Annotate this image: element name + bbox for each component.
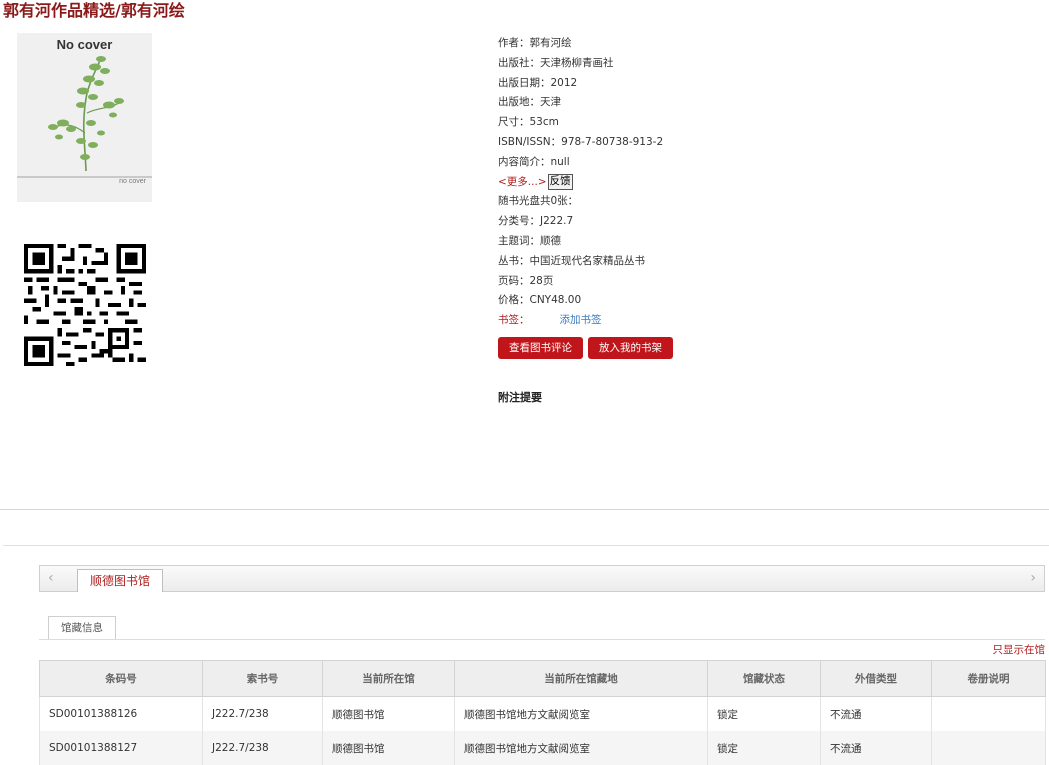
column-header-status[interactable]: 馆藏状态	[707, 660, 821, 697]
panel-top-border	[3, 545, 1049, 546]
cell-call-number: J222.7/238	[202, 731, 323, 765]
feedback-button[interactable]: 反馈	[547, 173, 573, 190]
annotation-heading: 附注提要	[498, 391, 542, 404]
detail-pages: 页码：28页	[498, 274, 554, 287]
bookmark-label: 书签：	[498, 314, 530, 327]
detail-size: 尺寸：53cm	[498, 116, 559, 129]
cell-volume-note	[931, 696, 1046, 731]
column-header-current-library[interactable]: 当前所在馆	[322, 660, 455, 697]
cover-bottom-text: no cover	[119, 178, 146, 185]
column-header-call-number[interactable]: 索书号	[202, 660, 323, 697]
scroll-right-icon[interactable]: ›	[1030, 570, 1036, 586]
cell-volume-note	[931, 731, 1046, 765]
detail-publisher: 出版社：天津杨柳青画社	[498, 56, 614, 69]
cell-library: 顺德图书馆	[322, 731, 455, 765]
cover-top-text: No cover	[56, 37, 113, 52]
only-show-available-link[interactable]: 只显示在馆	[993, 642, 1046, 657]
view-reviews-button[interactable]: 查看图书评论	[498, 337, 583, 359]
cell-location: 顺德图书馆地方文献阅览室	[454, 731, 708, 765]
cell-loan-type: 不流通	[820, 696, 932, 731]
holdings-table: 条码号 索书号 当前所在馆 当前所在馆藏地 馆藏状态 外借类型 卷册说明 SD0…	[39, 660, 1046, 765]
detail-price: 价格：CNY48.00	[498, 294, 582, 307]
more-link[interactable]: <更多...>	[498, 176, 547, 188]
book-details: 作者：郭有河绘 出版社：天津杨柳青画社 出版日期：2012 出版地：天津 尺寸：…	[498, 34, 898, 331]
column-header-volume-note[interactable]: 卷册说明	[931, 660, 1046, 697]
detail-series: 丛书：中国近现代名家精品丛书	[498, 254, 645, 267]
library-tab-bar: ‹ 顺德图书馆 ›	[39, 565, 1045, 592]
column-header-location[interactable]: 当前所在馆藏地	[454, 660, 708, 697]
bookmark-row: 书签： 添加书签	[498, 311, 898, 331]
table-header-row: 条码号 索书号 当前所在馆 当前所在馆藏地 馆藏状态 外借类型 卷册说明	[39, 660, 1046, 697]
detail-summary: 内容简介：null	[498, 155, 570, 168]
subtab-divider	[39, 639, 1045, 640]
table-row: SD00101388127 J222.7/238 顺德图书馆 顺德图书馆地方文献…	[39, 731, 1046, 765]
detail-pub-date: 出版日期：2012	[498, 76, 578, 89]
more-row: <更多...> 反馈	[498, 173, 898, 193]
page-title: 郭有河作品精选/郭有河绘	[3, 1, 185, 20]
qr-code-image	[24, 244, 146, 366]
tab-holdings-info[interactable]: 馆藏信息	[48, 616, 116, 639]
detail-isbn: ISBN/ISSN：978-7-80738-913-2	[498, 135, 664, 148]
cell-barcode: SD00101388127	[39, 731, 203, 765]
add-bookmark-link[interactable]: 添加书签	[560, 314, 602, 326]
cell-barcode: SD00101388126	[39, 696, 203, 731]
column-header-loan-type[interactable]: 外借类型	[820, 660, 932, 697]
section-divider	[0, 509, 1049, 510]
cell-status: 锁定	[707, 696, 821, 731]
detail-subject: 主题词：顺德	[498, 234, 561, 247]
cell-loan-type: 不流通	[820, 731, 932, 765]
detail-author: 作者：郭有河绘	[498, 37, 572, 49]
detail-pub-place: 出版地：天津	[498, 96, 561, 109]
detail-disc: 随书光盘共0张：	[498, 195, 579, 208]
detail-classification: 分类号：J222.7	[498, 215, 574, 228]
plant-illustration	[48, 56, 124, 172]
cell-location: 顺德图书馆地方文献阅览室	[454, 696, 708, 731]
cell-library: 顺德图书馆	[322, 696, 455, 731]
table-row: SD00101388126 J222.7/238 顺德图书馆 顺德图书馆地方文献…	[39, 696, 1046, 731]
cell-status: 锁定	[707, 731, 821, 765]
column-header-barcode[interactable]: 条码号	[39, 660, 203, 697]
cell-call-number: J222.7/238	[202, 696, 323, 731]
action-buttons: 查看图书评论 放入我的书架	[498, 337, 678, 359]
scroll-left-icon[interactable]: ‹	[48, 570, 54, 586]
book-cover-image: No cover no cover	[17, 33, 152, 202]
add-to-shelf-button[interactable]: 放入我的书架	[588, 337, 673, 359]
tab-shunde-library[interactable]: 顺德图书馆	[77, 569, 163, 592]
